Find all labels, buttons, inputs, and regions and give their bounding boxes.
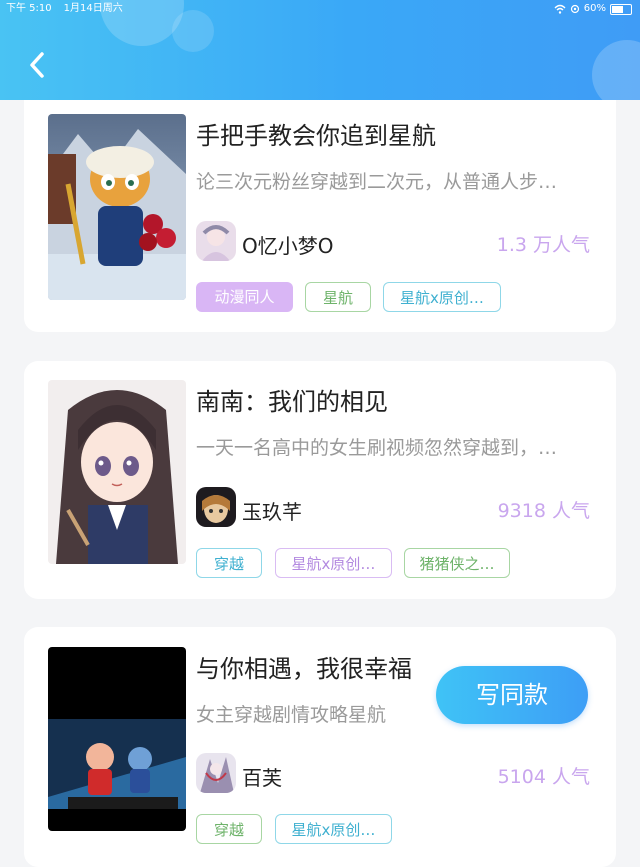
popularity-count: 5104 人气	[497, 766, 590, 788]
work-cover-image[interactable]	[48, 380, 186, 564]
tag-chip[interactable]: 星航	[305, 282, 371, 312]
back-arrow-icon[interactable]	[24, 48, 54, 82]
work-card[interactable]: 与你相遇，我很幸福 女主穿越剧情攻略星航 百芙 5104 人气 穿越 星航x原创…	[24, 627, 616, 867]
tag-chip[interactable]: 穿越	[196, 548, 262, 578]
tag-chip[interactable]: 星航x原创…	[275, 548, 392, 578]
write-same-button[interactable]: 写同款	[436, 666, 588, 724]
location-icon	[570, 4, 579, 14]
work-description: 女主穿越剧情攻略星航	[196, 704, 387, 726]
decor-bubble	[172, 10, 214, 52]
author-name[interactable]: 百芙	[242, 762, 282, 791]
work-card[interactable]: 手把手教会你追到星航 论三次元粉丝穿越到二次元，从普通人步… O忆小梦O 1.3…	[24, 100, 616, 332]
wifi-icon	[554, 4, 566, 14]
work-description: 论三次元粉丝穿越到二次元，从普通人步…	[196, 171, 558, 193]
work-title[interactable]: 手把手教会你追到星航	[196, 116, 436, 151]
author-avatar[interactable]	[196, 221, 236, 261]
tag-chip[interactable]: 猪猪侠之…	[404, 548, 510, 578]
work-cover-image[interactable]	[48, 114, 186, 300]
tag-chip[interactable]: 穿越	[196, 814, 262, 844]
author-avatar[interactable]	[196, 753, 236, 793]
author-name[interactable]: O忆小梦O	[242, 230, 333, 259]
battery-percent: 60%	[583, 3, 606, 14]
author-avatar[interactable]	[196, 487, 236, 527]
work-cover-image[interactable]	[48, 647, 186, 831]
decor-bubble	[592, 40, 640, 100]
popularity-count: 1.3 万人气	[496, 234, 590, 256]
battery-icon	[610, 3, 632, 15]
top-header: 下午 5:10 1月14日周六 60%	[0, 0, 640, 100]
author-name[interactable]: 玉玖芊	[242, 496, 302, 525]
tag-chip[interactable]: 星航x原创…	[383, 282, 501, 312]
work-title[interactable]: 南南：我们的相见	[196, 382, 388, 417]
status-bar: 下午 5:10 1月14日周六 60%	[6, 2, 632, 16]
status-time: 下午 5:10	[6, 3, 52, 14]
work-description: 一天一名高中的女生刷视频忽然穿越到，…	[196, 437, 558, 459]
tag-chip[interactable]: 星航x原创…	[275, 814, 392, 844]
tag-chip[interactable]: 动漫同人	[196, 282, 293, 312]
work-title[interactable]: 与你相遇，我很幸福	[196, 649, 412, 684]
popularity-count: 9318 人气	[497, 500, 590, 522]
work-card[interactable]: 南南：我们的相见 一天一名高中的女生刷视频忽然穿越到，… 玉玖芊 9318 人气…	[24, 361, 616, 599]
status-date: 1月14日周六	[63, 3, 123, 14]
